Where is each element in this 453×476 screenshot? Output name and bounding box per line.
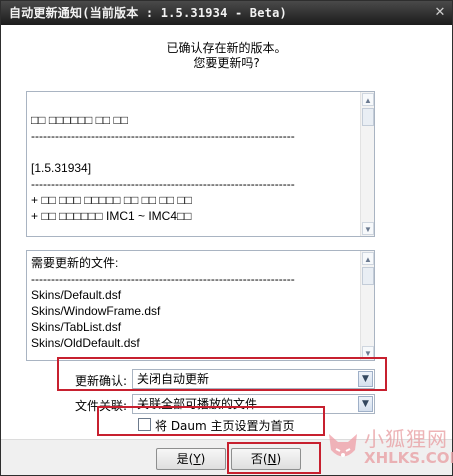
text-line: [1.5.31934] [31,161,92,175]
scroll-down-icon[interactable]: ▼ [362,222,374,235]
text-line: 需要更新的文件: [31,256,119,270]
chevron-down-icon[interactable]: ▼ [358,396,373,412]
text-line: Skins/OldDefault.dsf [31,336,140,350]
close-icon[interactable]: ✕ [432,5,448,20]
text-line: + □□ □□□□□□ IMC1 ~ IMC4□□ [31,209,192,223]
text-line: ----------------------------------------… [31,177,295,191]
changelog-scrollbar[interactable]: ▲ ▼ [360,92,374,236]
update-message: 已确认存在新的版本。 您要更新吗? [1,41,452,71]
title-bar[interactable]: 自动更新通知(当前版本 : 1.5.31934 - Beta) ✕ [1,1,452,25]
scroll-up-icon[interactable]: ▲ [362,93,374,106]
update-dialog: 自动更新通知(当前版本 : 1.5.31934 - Beta) ✕ 已确认存在新… [0,0,453,476]
watermark-name: 小狐狸网 [364,427,448,451]
scroll-thumb[interactable] [362,267,374,285]
text-line: ----------------------------------------… [31,272,295,286]
fox-logo-icon [329,434,357,457]
text-line: + □□ □□□ □□□□□ □□ □□ □□ □□ [31,193,192,207]
watermark-domain: XHLKS.COM [364,449,453,467]
text-line: □□ □□□□□□ □□ □□ [31,113,128,127]
files-textbox[interactable]: 需要更新的文件: --------------------------------… [26,250,375,361]
text-line: Skins/TabList.dsf [31,320,122,334]
yes-button[interactable]: 是(Y) [156,448,226,470]
highlight-homepage-checkbox [97,406,325,436]
message-line-2: 您要更新吗? [193,56,260,70]
message-line-1: 已确认存在新的版本。 [166,41,287,55]
highlight-update-confirm [57,357,387,391]
text-line: ----------------------------------------… [31,129,295,143]
text-line [31,144,356,160]
files-scrollbar[interactable]: ▲ ▼ [360,251,374,360]
watermark-text: 小狐狸网 XHLKS.COM [364,428,453,466]
text-line: Skins/WindowFrame.dsf [31,304,161,318]
text-line [31,96,356,112]
scroll-thumb[interactable] [362,108,374,126]
watermark: 小狐狸网 XHLKS.COM [326,428,453,472]
window-title: 自动更新通知(当前版本 : 1.5.31934 - Beta) [9,6,287,20]
changelog-content: □□ □□□□□□ □□ □□ -------------------------… [31,96,356,224]
scroll-up-icon[interactable]: ▲ [362,252,374,265]
files-content: 需要更新的文件: --------------------------------… [31,255,356,351]
text-line: Skins/Default.dsf [31,288,122,302]
changelog-textbox[interactable]: □□ □□□□□□ □□ □□ -------------------------… [26,91,375,237]
highlight-no-button [227,442,321,474]
